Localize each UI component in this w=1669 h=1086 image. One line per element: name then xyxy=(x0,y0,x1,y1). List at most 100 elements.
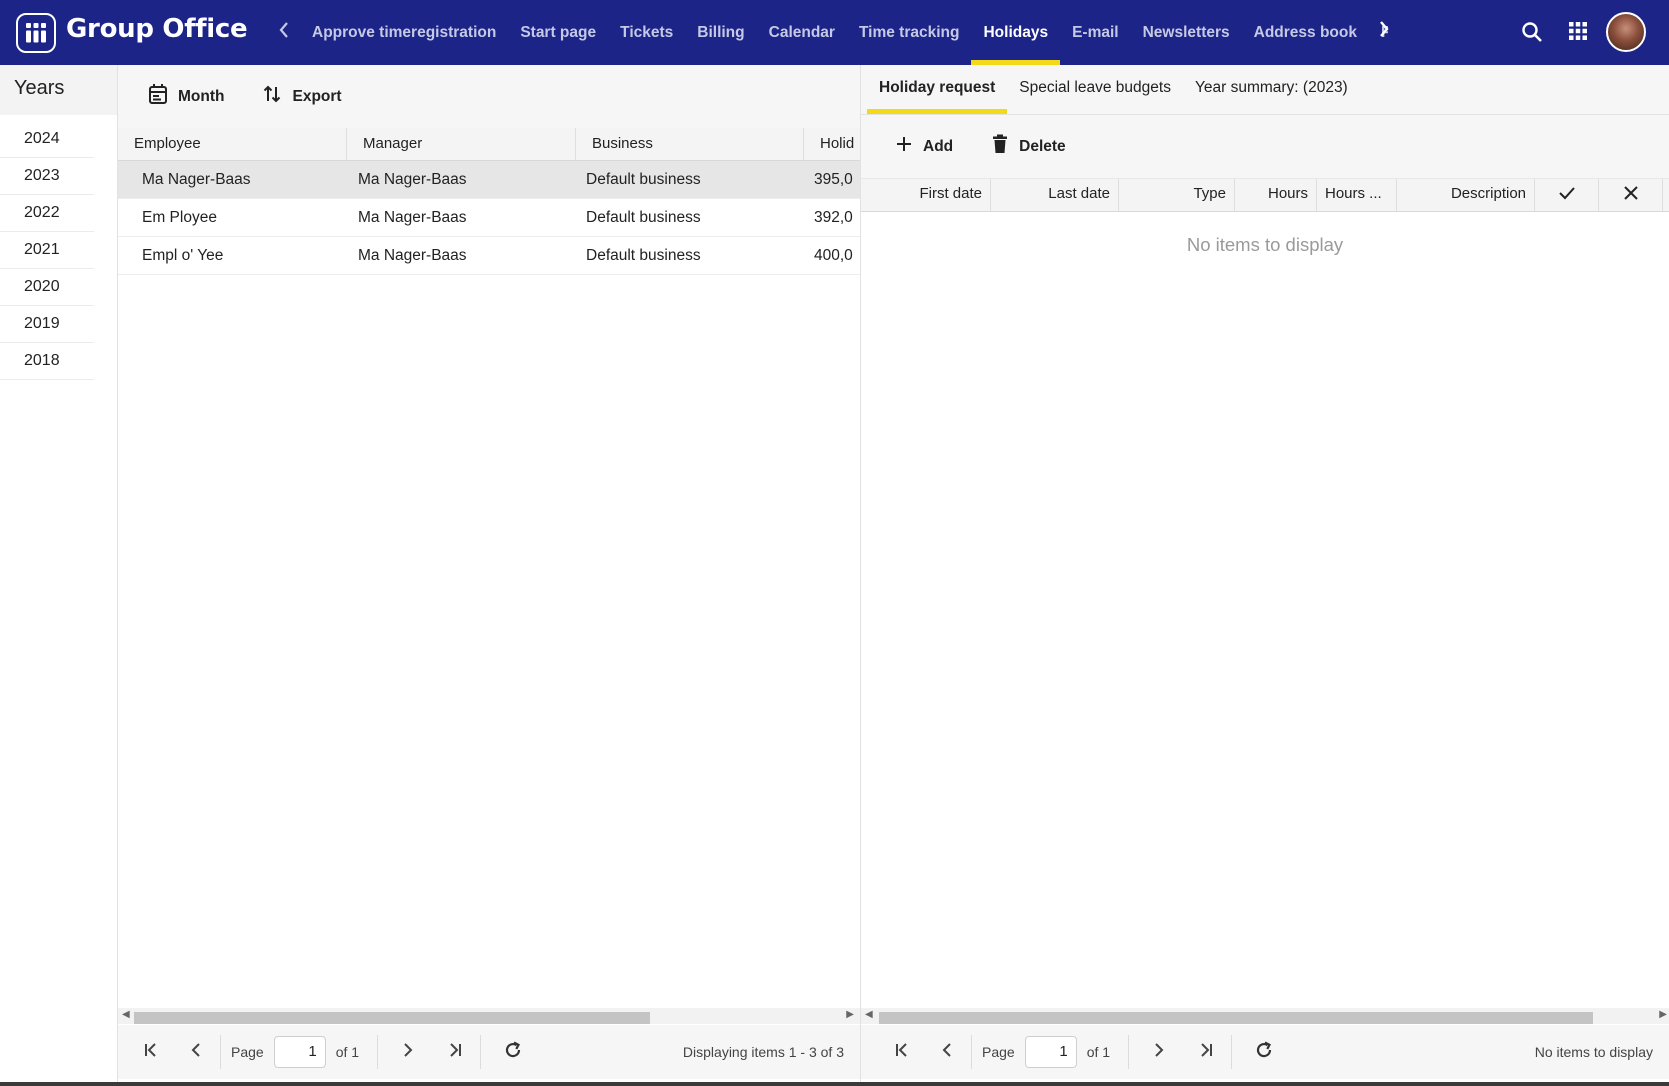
scroll-left-arrow-icon[interactable]: ◀ xyxy=(122,1009,130,1020)
nav-item-calendar[interactable]: Calendar xyxy=(757,0,847,65)
app-logo-icon[interactable] xyxy=(16,13,56,53)
pager-separator xyxy=(1128,1035,1130,1069)
page-number-input[interactable]: 1 xyxy=(1024,1036,1077,1068)
employee-pager: Page 1 of 1 Displaying items 1 - 3 of 3 xyxy=(118,1025,860,1079)
horizontal-scrollbar[interactable]: ◀ ▶ xyxy=(118,1008,860,1024)
year-item[interactable]: 2020 xyxy=(0,269,94,306)
page-label: Page xyxy=(231,1044,264,1060)
page-number-input[interactable]: 1 xyxy=(273,1036,326,1068)
years-sidebar: Years 2024 2023 2022 2021 2020 2019 2018 xyxy=(0,65,118,1086)
column-hours-more[interactable]: Hours ... xyxy=(1317,179,1397,211)
last-page-icon[interactable] xyxy=(1187,1042,1223,1063)
tab-holiday-request[interactable]: Holiday request xyxy=(867,65,1008,114)
column-manager[interactable]: Manager xyxy=(347,128,576,160)
pager-separator xyxy=(1231,1035,1233,1069)
plus-icon xyxy=(895,135,923,158)
year-item[interactable]: 2024 xyxy=(0,121,94,158)
first-page-icon[interactable] xyxy=(134,1042,170,1063)
tab-special-leave-budgets[interactable]: Special leave budgets xyxy=(1007,65,1183,114)
cell-holidays: 392,0 xyxy=(814,209,853,226)
delete-button[interactable]: Delete xyxy=(991,134,1066,159)
previous-page-icon[interactable] xyxy=(929,1042,965,1063)
nav-scroll-left-icon[interactable] xyxy=(278,20,290,46)
export-button[interactable]: Export xyxy=(262,83,342,110)
scroll-left-arrow-icon[interactable]: ◀ xyxy=(865,1009,873,1020)
add-button[interactable]: Add xyxy=(895,135,953,158)
month-button[interactable]: Month xyxy=(148,83,224,110)
next-page-icon[interactable] xyxy=(1141,1042,1177,1063)
last-page-icon[interactable] xyxy=(436,1042,472,1063)
refresh-icon[interactable] xyxy=(495,1040,531,1065)
detail-tabs: Holiday request Special leave budgets Ye… xyxy=(861,65,1669,115)
pager-separator xyxy=(377,1035,379,1069)
refresh-icon[interactable] xyxy=(1246,1040,1282,1065)
nav-item-tickets[interactable]: Tickets xyxy=(608,0,685,65)
employee-toolbar: Month Export xyxy=(118,65,860,128)
nav-item-address-book[interactable]: Address book xyxy=(1242,0,1369,65)
year-item[interactable]: 2019 xyxy=(0,306,94,343)
years-title: Years xyxy=(0,65,117,115)
column-business[interactable]: Business xyxy=(576,128,804,160)
close-icon xyxy=(1623,186,1639,205)
horizontal-scrollbar[interactable]: ◀ ▶ xyxy=(861,1008,1669,1024)
column-first-date[interactable]: First date xyxy=(861,179,991,211)
column-description[interactable]: Description xyxy=(1397,179,1535,211)
nav-item-approve-timeregistration[interactable]: Approve timeregistration xyxy=(300,0,508,65)
table-row[interactable]: Ma Nager-Baas Ma Nager-Baas Default busi… xyxy=(118,161,860,199)
next-page-icon[interactable] xyxy=(390,1042,426,1063)
search-icon[interactable] xyxy=(1520,20,1544,49)
column-approved[interactable] xyxy=(1535,179,1599,211)
bottom-border xyxy=(0,1082,1669,1086)
column-last-date[interactable]: Last date xyxy=(991,179,1119,211)
top-bar: Group Office Approve timeregistration St… xyxy=(0,0,1669,65)
employee-panel: Month Export Employee Manager Business H… xyxy=(118,65,861,1086)
column-hours[interactable]: Hours xyxy=(1235,179,1317,211)
nav-item-billing[interactable]: Billing xyxy=(685,0,756,65)
year-item[interactable]: 2022 xyxy=(0,195,94,232)
nav-item-holidays[interactable]: Holidays xyxy=(971,0,1060,65)
holiday-request-grid-header: First date Last date Type Hours Hours ..… xyxy=(861,178,1669,212)
scroll-right-arrow-icon[interactable]: ▶ xyxy=(846,1009,854,1020)
column-holidays[interactable]: Holid xyxy=(804,128,860,160)
cell-employee: Em Ployee xyxy=(142,209,217,226)
year-item[interactable]: 2021 xyxy=(0,232,94,269)
scrollbar-thumb[interactable] xyxy=(134,1012,650,1024)
holiday-request-panel: Holiday request Special leave budgets Ye… xyxy=(861,65,1669,1086)
holiday-request-toolbar: Add Delete xyxy=(861,115,1669,178)
apps-grid-icon[interactable] xyxy=(1567,20,1589,47)
import-export-icon xyxy=(262,83,292,110)
cell-holidays: 400,0 xyxy=(814,247,853,264)
first-page-icon[interactable] xyxy=(885,1042,921,1063)
nav-item-newsletters[interactable]: Newsletters xyxy=(1131,0,1242,65)
column-employee[interactable]: Employee xyxy=(118,128,347,160)
user-avatar[interactable] xyxy=(1606,12,1646,52)
nav-scroll-right-icon[interactable] xyxy=(1378,18,1390,47)
nav-item-time-tracking[interactable]: Time tracking xyxy=(847,0,972,65)
cell-employee: Ma Nager-Baas xyxy=(142,171,251,188)
scroll-right-arrow-icon[interactable]: ▶ xyxy=(1659,1009,1667,1020)
nav-item-email[interactable]: E-mail xyxy=(1060,0,1131,65)
calendar-icon xyxy=(148,83,178,110)
column-declined[interactable] xyxy=(1599,179,1663,211)
page-label: Page xyxy=(982,1044,1015,1060)
pager-separator xyxy=(971,1035,972,1069)
page-of-label: of 1 xyxy=(335,1044,360,1060)
cell-holidays: 395,0 xyxy=(814,171,853,188)
add-button-label: Add xyxy=(923,137,954,155)
year-item[interactable]: 2023 xyxy=(0,158,94,195)
table-row[interactable]: Empl o' Yee Ma Nager-Baas Default busine… xyxy=(118,237,860,275)
month-button-label: Month xyxy=(178,87,225,105)
column-type[interactable]: Type xyxy=(1119,179,1235,211)
cell-business: Default business xyxy=(586,247,701,264)
table-row[interactable]: Em Ployee Ma Nager-Baas Default business… xyxy=(118,199,860,237)
previous-page-icon[interactable] xyxy=(178,1042,214,1063)
app-title[interactable]: Group Office xyxy=(66,14,248,44)
holiday-request-pager: Page 1 of 1 No items to display xyxy=(861,1025,1669,1079)
cell-business: Default business xyxy=(586,209,701,226)
check-icon xyxy=(1558,187,1576,205)
tab-year-summary[interactable]: Year summary: (2023) xyxy=(1183,65,1360,114)
scrollbar-thumb[interactable] xyxy=(879,1012,1593,1024)
year-item[interactable]: 2018 xyxy=(0,343,94,380)
cell-business: Default business xyxy=(586,171,701,188)
nav-item-start-page[interactable]: Start page xyxy=(508,0,608,65)
